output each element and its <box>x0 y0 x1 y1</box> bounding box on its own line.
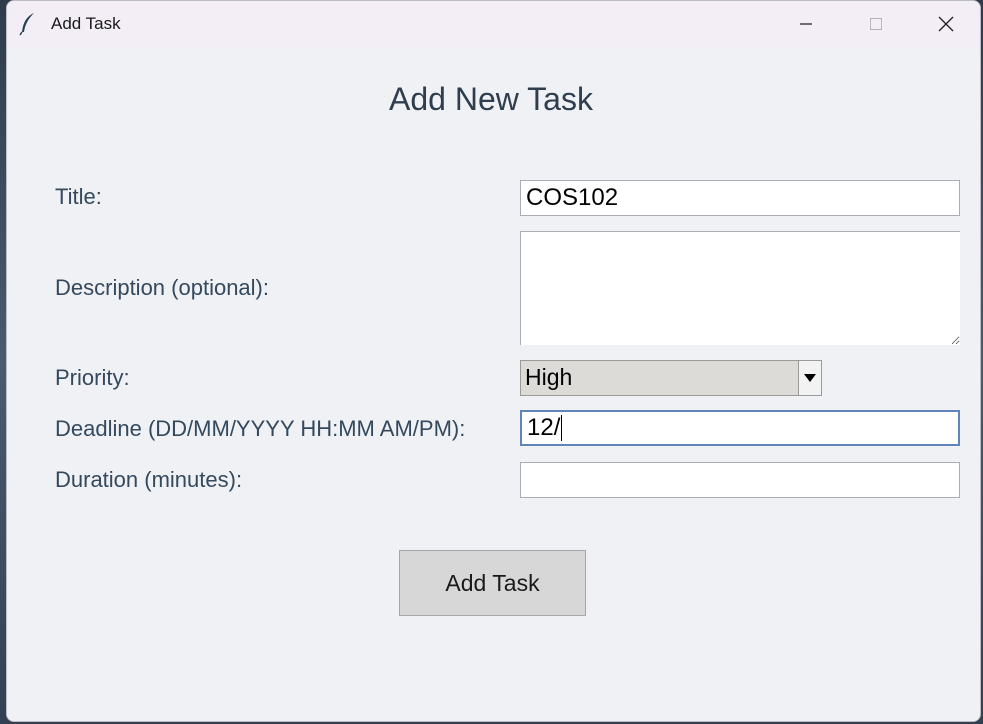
dropdown-arrow-button[interactable] <box>798 361 821 395</box>
deadline-input-text: 12/ <box>527 414 561 441</box>
priority-dropdown[interactable]: High <box>520 360 822 396</box>
deadline-label: Deadline (DD/MM/YYYY HH:MM AM/PM): <box>55 416 466 441</box>
description-textarea[interactable] <box>520 231 960 345</box>
title-label: Title: <box>55 184 102 209</box>
duration-input[interactable] <box>520 462 960 498</box>
form-panel: Add New Task Title: Description (optiona… <box>7 47 980 721</box>
add-task-window: Add Task Add New Task Title: Description… <box>6 0 981 722</box>
duration-label: Duration (minutes): <box>55 467 243 492</box>
maximize-button[interactable] <box>841 1 911 47</box>
add-task-button[interactable]: Add Task <box>399 550 586 616</box>
minimize-icon <box>800 23 812 25</box>
window-title: Add Task <box>51 14 121 33</box>
title-bar[interactable]: Add Task <box>7 1 980 47</box>
close-icon <box>938 16 954 32</box>
priority-label: Priority: <box>55 365 130 390</box>
page-title: Add New Task <box>389 81 593 117</box>
feather-icon <box>19 12 37 36</box>
description-label: Description (optional): <box>55 275 269 300</box>
minimize-button[interactable] <box>771 1 841 47</box>
maximize-icon <box>870 18 882 30</box>
deadline-input[interactable]: 12/ <box>520 410 960 446</box>
text-caret <box>561 415 563 441</box>
priority-selected-value: High <box>525 364 573 390</box>
title-input[interactable] <box>520 180 960 216</box>
close-button[interactable] <box>911 1 980 47</box>
triangle-down-icon <box>804 374 816 382</box>
